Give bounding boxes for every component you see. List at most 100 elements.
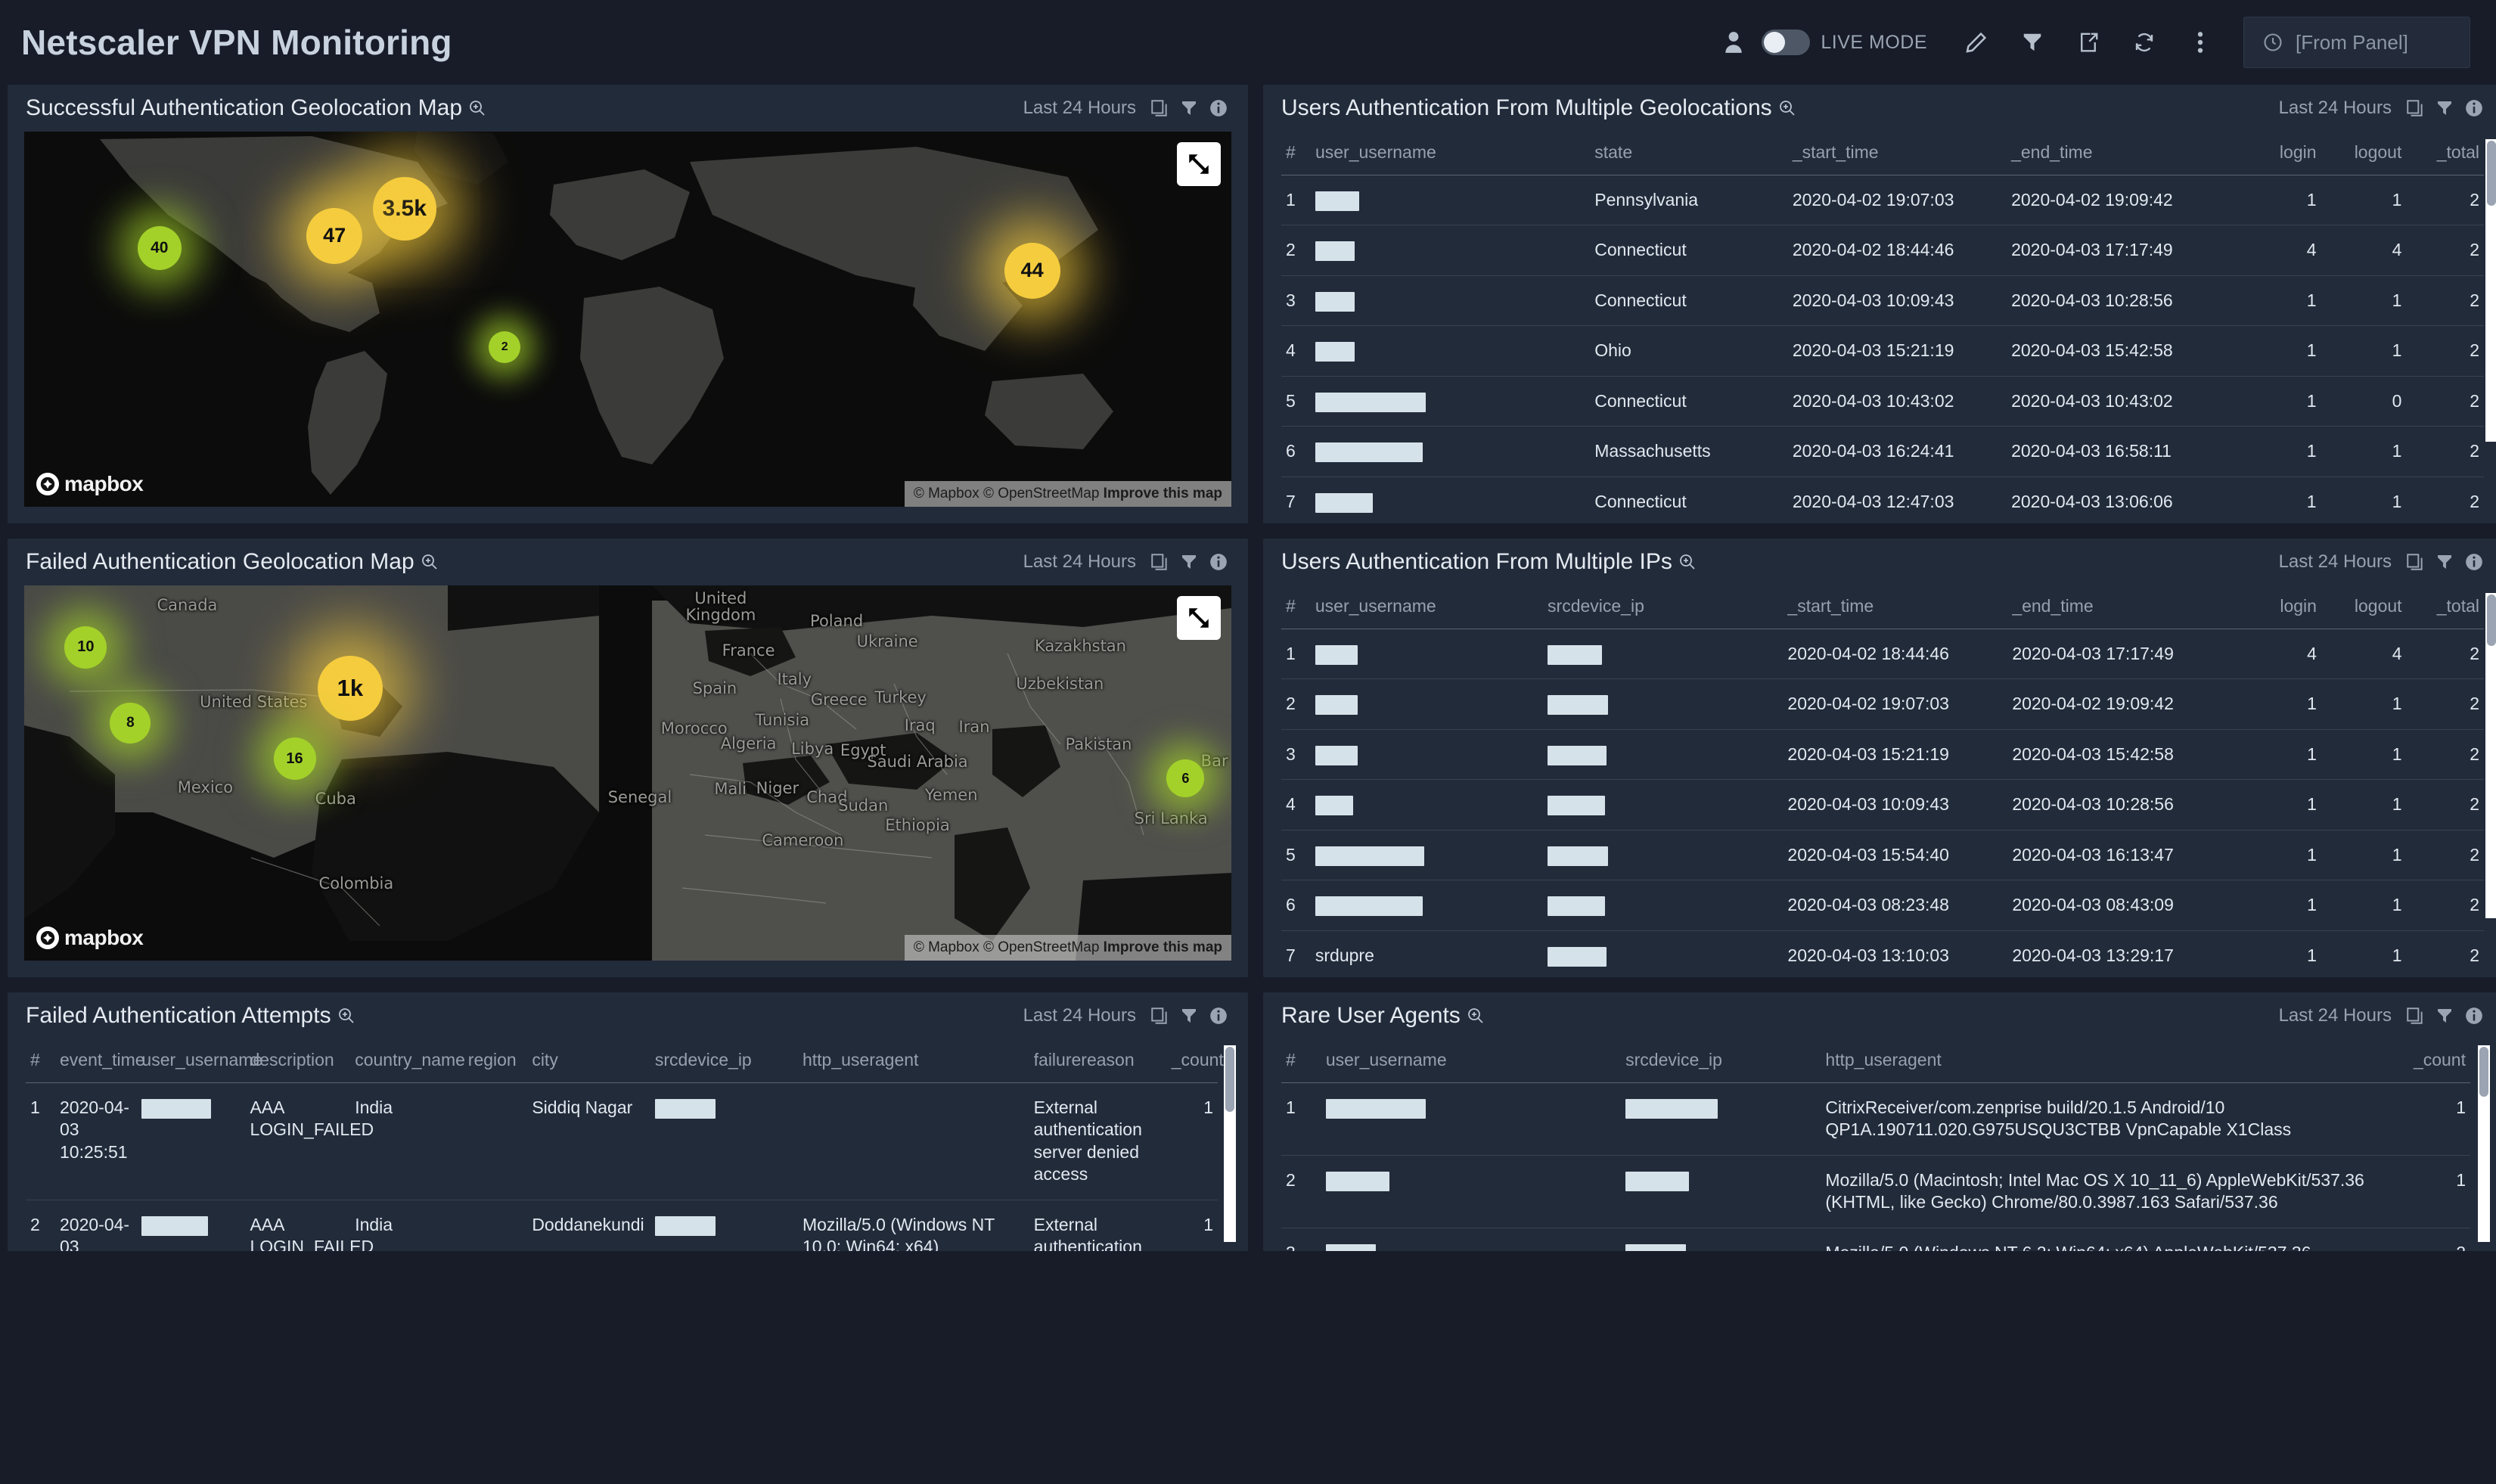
column-header[interactable]: description <box>245 1039 350 1083</box>
column-header[interactable]: # <box>26 1039 55 1083</box>
table-row[interactable]: 1 CitrixReceiver/com.zenprise build/20.1.… <box>1281 1082 2470 1156</box>
search-icon[interactable] <box>421 553 439 571</box>
column-header[interactable]: login <box>2240 585 2321 629</box>
column-header[interactable]: _total <box>2407 585 2484 629</box>
column-header[interactable]: user_username <box>1311 585 1543 629</box>
table-row[interactable]: 4 Ohio 2020-04-03 15:21:19 2020-04-03 15:42… <box>1281 325 2484 377</box>
panel-info-icon[interactable] <box>1209 98 1228 118</box>
column-header[interactable]: logout <box>2321 585 2407 629</box>
successful-auth-geolocation-map[interactable]: 40 3.5k 47 44 2 mapbox © Mapbox © OpenStreet… <box>24 132 1231 507</box>
copy-panel-icon[interactable] <box>1150 1006 1169 1026</box>
user-icon[interactable] <box>1716 25 1751 60</box>
table-row[interactable]: 6 2020-04-03 08:23:48 2020-04-03 08:43:09 1… <box>1281 880 2484 931</box>
map-cluster-marker[interactable]: 40 <box>137 225 182 270</box>
column-header[interactable]: user_username <box>137 1039 262 1083</box>
table-row[interactable]: 6 Massachusetts 2020-04-03 16:24:41 2020-04… <box>1281 426 2484 477</box>
column-header[interactable]: # <box>1281 585 1311 629</box>
table-row[interactable]: 5 2020-04-03 15:54:40 2020-04-03 16:13:47 1… <box>1281 829 2484 880</box>
panel-info-icon[interactable] <box>2464 1006 2484 1026</box>
map-cluster-marker[interactable]: 47 <box>306 207 363 264</box>
panel-filter-icon[interactable] <box>1180 98 1198 118</box>
panel-filter-icon[interactable] <box>1180 1006 1198 1026</box>
column-header[interactable]: _start_time <box>1783 585 2007 629</box>
map-cluster-marker[interactable]: 1k <box>317 656 383 722</box>
failed-auth-geolocation-map[interactable]: Canada United States Mexico Cuba Colombia Uni… <box>24 585 1231 961</box>
table-row[interactable]: 22020-04-03 05:28:47AAA LOGIN_FAILEDIndi… <box>26 1199 1218 1251</box>
column-header[interactable]: city <box>527 1039 650 1083</box>
refresh-icon[interactable] <box>2116 14 2172 70</box>
live-mode-toggle[interactable] <box>1762 29 1811 55</box>
column-header[interactable]: _end_time <box>2007 132 2240 175</box>
column-header[interactable]: http_useragent <box>1821 1039 2380 1083</box>
column-header[interactable]: failurereason <box>1029 1039 1167 1083</box>
copy-panel-icon[interactable] <box>2405 1006 2425 1026</box>
panel-info-icon[interactable] <box>1209 552 1228 572</box>
edit-pencil-icon[interactable] <box>1948 14 2004 70</box>
table-scrollbar[interactable] <box>2478 1045 2490 1242</box>
column-header[interactable]: _end_time <box>2007 585 2240 629</box>
time-range-picker[interactable]: [From Panel] <box>2243 17 2470 68</box>
copy-panel-icon[interactable] <box>2405 98 2425 118</box>
column-header[interactable]: region <box>464 1039 528 1083</box>
column-header[interactable]: _start_time <box>1788 132 2007 175</box>
copy-panel-icon[interactable] <box>1150 552 1169 572</box>
table-row[interactable]: 1 Pennsylvania 2020-04-02 19:07:03 2020-04-… <box>1281 174 2484 225</box>
column-header[interactable]: state <box>1590 132 1788 175</box>
column-header[interactable]: logout <box>2321 132 2407 175</box>
panel-filter-icon[interactable] <box>2435 552 2454 572</box>
column-header[interactable]: _total <box>2406 132 2484 175</box>
live-mode-control[interactable]: LIVE MODE <box>1716 25 1927 60</box>
copy-panel-icon[interactable] <box>1150 98 1169 118</box>
more-vertical-icon[interactable] <box>2172 14 2228 70</box>
column-header[interactable]: srcdevice_ip <box>1621 1039 1821 1083</box>
expand-map-button[interactable] <box>1177 142 1221 186</box>
panel-info-icon[interactable] <box>1209 1006 1228 1026</box>
panel-filter-icon[interactable] <box>2435 1006 2454 1026</box>
column-header[interactable]: srcdevice_ip <box>1543 585 1783 629</box>
table-row[interactable]: 7 srdupre 2020-04-03 13:10:03 2020-04-03 13… <box>1281 930 2484 976</box>
column-header[interactable]: srcdevice_ip <box>650 1039 798 1083</box>
column-header[interactable]: user_username <box>1321 1039 1621 1083</box>
table-row[interactable]: 3 Connecticut 2020-04-03 10:09:43 2020-04-0… <box>1281 275 2484 326</box>
table-row[interactable]: 2 2020-04-02 19:07:03 2020-04-02 19:09:42 1… <box>1281 678 2484 730</box>
table-row[interactable]: 5 Connecticut 2020-04-03 10:43:02 2020-04-0… <box>1281 375 2484 427</box>
table-row[interactable]: 1 2020-04-02 18:44:46 2020-04-03 17:17:49 4… <box>1281 628 2484 679</box>
panel-filter-icon[interactable] <box>2435 98 2454 118</box>
column-header[interactable]: event_time <box>55 1039 145 1083</box>
table-row[interactable]: 4 2020-04-03 10:09:43 2020-04-03 10:28:56 1… <box>1281 779 2484 830</box>
search-icon[interactable] <box>1778 99 1796 117</box>
map-cluster-marker[interactable]: 44 <box>1004 242 1060 299</box>
map-cluster-marker[interactable]: 2 <box>489 331 521 364</box>
map-attribution[interactable]: © Mapbox © OpenStreetMap Improve this ma… <box>904 935 1231 961</box>
column-header[interactable]: # <box>1281 1039 1321 1083</box>
table-row[interactable]: 7 Connecticut 2020-04-03 12:47:03 2020-04-0… <box>1281 476 2484 522</box>
map-cluster-marker[interactable]: 3.5k <box>372 176 436 241</box>
expand-map-button[interactable] <box>1177 596 1221 640</box>
table-row[interactable]: 3 2020-04-03 15:21:19 2020-04-03 15:42:58 1… <box>1281 728 2484 780</box>
copy-panel-icon[interactable] <box>2405 552 2425 572</box>
panel-info-icon[interactable] <box>2464 98 2484 118</box>
map-cluster-marker[interactable]: 10 <box>64 626 107 669</box>
map-attribution[interactable]: © Mapbox © OpenStreetMap Improve this ma… <box>904 481 1231 507</box>
table-row[interactable]: 2 Mozilla/5.0 (Macintosh; Intel Mac OS X … <box>1281 1154 2470 1228</box>
filter-icon[interactable] <box>2004 14 2060 70</box>
map-cluster-marker[interactable]: 16 <box>273 737 316 781</box>
column-header[interactable]: http_useragent <box>798 1039 1029 1083</box>
search-icon[interactable] <box>1467 1007 1485 1025</box>
table-scrollbar[interactable] <box>2485 593 2496 918</box>
search-icon[interactable] <box>468 99 486 117</box>
column-header[interactable]: country_name <box>350 1039 465 1083</box>
map-cluster-marker[interactable]: 6 <box>1166 759 1205 798</box>
share-export-icon[interactable] <box>2060 14 2116 70</box>
column-header[interactable]: user_username <box>1311 132 1590 175</box>
table-row[interactable]: 1 2020-04-03 10:25:51 AAA LOGIN_FAILED Indi… <box>26 1082 1218 1200</box>
map-cluster-marker[interactable]: 8 <box>110 703 151 744</box>
column-header[interactable]: _count <box>1167 1039 1224 1083</box>
column-header[interactable]: login <box>2240 132 2321 175</box>
table-row[interactable]: 2 Connecticut 2020-04-02 18:44:46 2020-04-0… <box>1281 225 2484 276</box>
column-header[interactable]: _count <box>2380 1039 2470 1083</box>
table-scrollbar[interactable] <box>2485 139 2496 442</box>
table-row[interactable]: 3 Mozilla/5.0 (Windows NT 6.2; Win64; x64… <box>1281 1227 2470 1251</box>
search-icon[interactable] <box>337 1007 355 1025</box>
panel-filter-icon[interactable] <box>1180 552 1198 572</box>
